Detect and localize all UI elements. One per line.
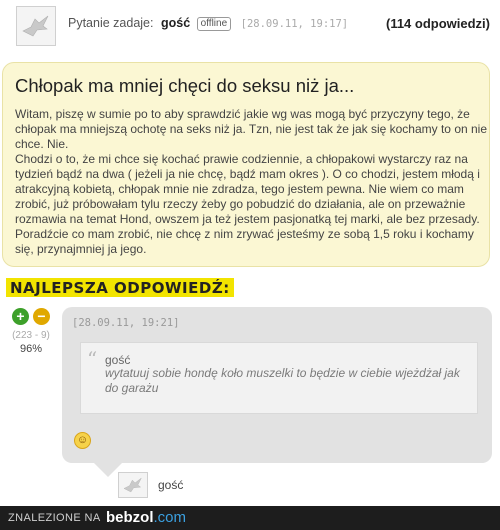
watermark-footer: ZNALEZIONE NA bebzol.com (0, 506, 500, 530)
answer-author-name[interactable]: gość (158, 478, 183, 492)
answers-count[interactable]: (114 odpowiedzi) (386, 16, 490, 31)
site-logo[interactable]: bebzol.com (106, 509, 186, 526)
vote-count: (223 - 9) (12, 330, 50, 341)
answer-text: wytatuuj sobie hondę koło muszelki to bę… (105, 366, 460, 395)
found-on-label: ZNALEZIONE NA (8, 512, 101, 524)
site-tld: .com (153, 509, 187, 526)
quote-icon: “ (87, 347, 98, 371)
best-answer-label: NAJLEPSZA ODPOWIEDŹ: (6, 278, 234, 297)
status-badge: offline (196, 17, 232, 31)
minus-vote-icon[interactable]: − (33, 308, 50, 325)
question-box: Chłopak ma mniej chęci do seksu niż ja..… (2, 62, 490, 267)
question-paragraph: Chodzi o to, że mi chce się kochać prawi… (15, 152, 480, 256)
question-date: [28.09.11, 19:17] (240, 18, 349, 30)
avatar-bird-icon (22, 15, 49, 37)
answer-author-avatar[interactable] (118, 472, 148, 498)
site-name: bebzol (106, 509, 154, 526)
question-header: Pytanie zadaje: gość offline [28.09.11, … (0, 0, 500, 52)
avatar-bird-icon (123, 477, 142, 493)
asked-by-label: Pytanie zadaje: (68, 16, 154, 30)
answer-date: [28.09.11, 19:21] (72, 317, 180, 329)
user-avatar[interactable] (16, 6, 56, 46)
question-meta: Pytanie zadaje: gość offline [28.09.11, … (68, 16, 348, 31)
smiley-icon: ☺ (74, 432, 91, 449)
plus-vote-icon[interactable]: + (12, 308, 29, 325)
vote-panel: + − (223 - 9) 96% (6, 308, 56, 355)
question-author[interactable]: gość (161, 16, 190, 30)
vote-percent: 96% (19, 343, 43, 355)
question-title: Chłopak ma mniej chęci do seksu niż ja..… (15, 75, 355, 96)
answer-box: [28.09.11, 19:21] “ gość wytatuuj sobie … (62, 307, 492, 463)
question-paragraph: Witam, piszę w sumie po to aby sprawdzić… (15, 107, 488, 151)
question-body: Witam, piszę w sumie po to aby sprawdzić… (15, 107, 487, 257)
answer-quote: “ gość wytatuuj sobie hondę koło muszelk… (80, 342, 478, 414)
quote-user: gość (105, 353, 131, 367)
